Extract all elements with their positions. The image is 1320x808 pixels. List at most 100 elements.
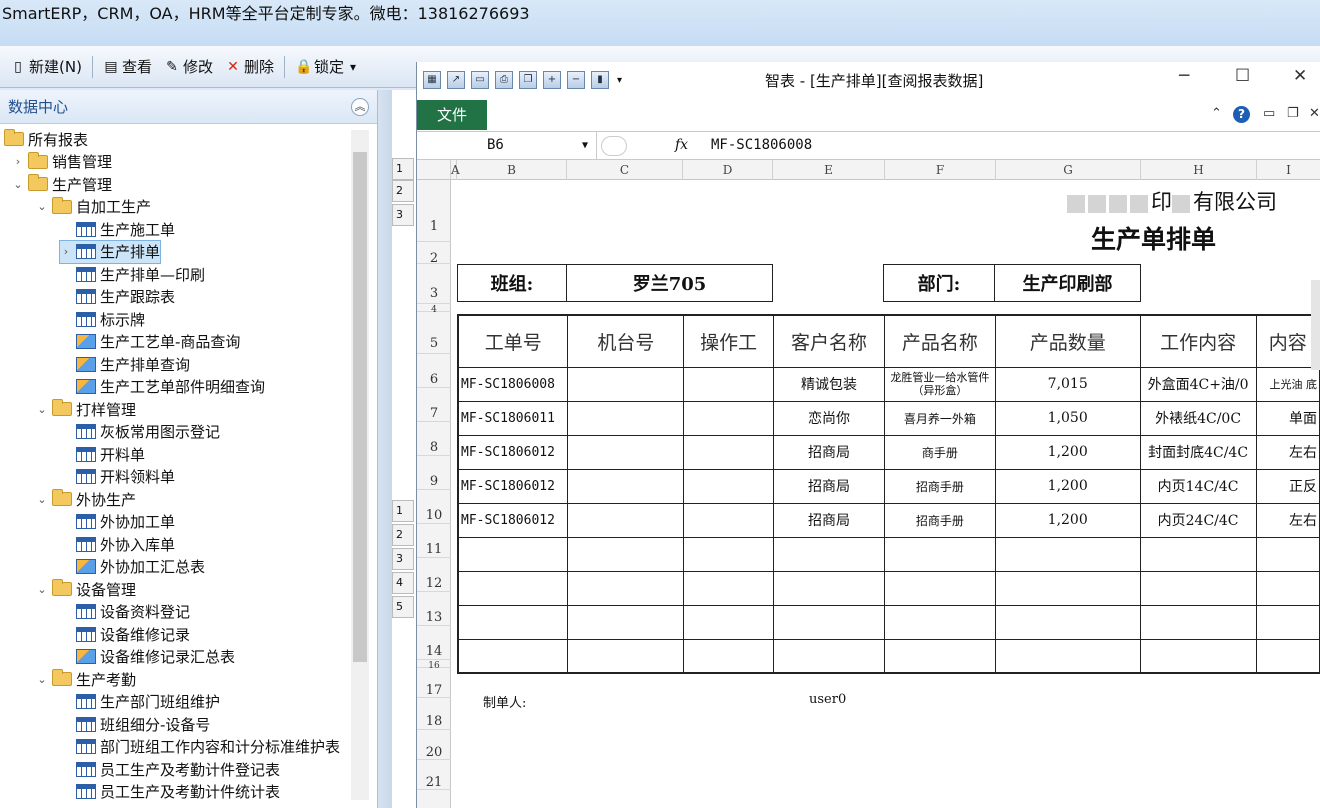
collapse-icon[interactable]: ︽: [351, 97, 369, 116]
tree-item[interactable]: 设备维修记录: [60, 623, 190, 645]
expand-arrow-icon[interactable]: ⌄: [36, 583, 48, 596]
table-cell[interactable]: [683, 638, 775, 674]
formula-toggle-icon[interactable]: [601, 136, 627, 156]
tree-item[interactable]: 生产排单查询: [60, 353, 190, 375]
tree-item[interactable]: 生产工艺单部件明细查询: [60, 376, 265, 398]
minimize-icon[interactable]: ─: [1179, 66, 1189, 86]
table-cell[interactable]: [567, 468, 685, 504]
table-cell[interactable]: 商手册: [883, 434, 996, 470]
table-cell[interactable]: 7,015: [994, 366, 1141, 402]
book-icon[interactable]: ▮: [591, 71, 609, 89]
tree-item[interactable]: 开料领料单: [60, 466, 175, 488]
print-icon[interactable]: ⎙: [495, 71, 513, 89]
table-cell[interactable]: MF-SC1806012: [457, 434, 569, 470]
table-cell[interactable]: [994, 604, 1141, 640]
function-icon[interactable]: fx: [675, 132, 688, 159]
table-cell[interactable]: [457, 570, 569, 606]
expand-arrow-icon[interactable]: ⌄: [12, 178, 24, 191]
customize-dropdown-icon[interactable]: ▾: [617, 75, 622, 86]
table-cell[interactable]: 左右: [1255, 434, 1320, 470]
column-header[interactable]: F: [885, 160, 996, 180]
table-cell[interactable]: [683, 400, 775, 436]
table-cell[interactable]: [883, 570, 996, 606]
table-cell[interactable]: 上光油 底: [1255, 366, 1320, 402]
copy-icon[interactable]: ❐: [519, 71, 537, 89]
expand-arrow-icon[interactable]: ⌄: [36, 493, 48, 506]
table-cell[interactable]: 单面: [1255, 400, 1320, 436]
zoom-in-icon[interactable]: +: [543, 71, 561, 89]
row-header[interactable]: 7: [417, 388, 451, 422]
tree-item[interactable]: 员工生产及考勤计件登记表: [60, 758, 280, 780]
tree-item[interactable]: 生产排单—印刷: [60, 263, 205, 285]
table-cell[interactable]: [1139, 638, 1257, 674]
table-cell[interactable]: 1,200: [994, 502, 1141, 538]
table-cell[interactable]: [567, 604, 685, 640]
table-cell[interactable]: [683, 570, 775, 606]
view-button[interactable]: ▤ 查看: [97, 52, 158, 82]
row-header[interactable]: 6: [417, 354, 451, 388]
table-cell[interactable]: [1255, 604, 1320, 640]
row-header[interactable]: 5: [417, 312, 451, 354]
zoom-out-icon[interactable]: −: [567, 71, 585, 89]
tree-item[interactable]: 外协加工汇总表: [60, 556, 205, 578]
column-header[interactable]: D: [683, 160, 773, 180]
tree-item[interactable]: › 销售管理: [12, 151, 112, 173]
tree-item[interactable]: 灰板常用图示登记: [60, 421, 220, 443]
delete-button[interactable]: ✕ 删除: [219, 52, 280, 82]
table-cell[interactable]: [567, 366, 685, 402]
column-header[interactable]: B: [457, 160, 567, 180]
table-cell[interactable]: 恋尚你: [773, 400, 885, 436]
tree-item[interactable]: 设备维修记录汇总表: [60, 646, 235, 668]
tree-item[interactable]: › 生产排单: [58, 239, 162, 264]
table-cell[interactable]: 招商局: [773, 502, 885, 538]
table-cell[interactable]: [567, 536, 685, 572]
ribbon-restore-icon[interactable]: ❐: [1287, 106, 1299, 121]
tree-item[interactable]: 外协加工单: [60, 511, 175, 533]
table-cell[interactable]: MF-SC1806008: [457, 366, 569, 402]
row-header[interactable]: 17: [417, 668, 451, 698]
table-cell[interactable]: [1255, 638, 1320, 674]
table-cell[interactable]: [683, 536, 775, 572]
sidebar-scrollbar[interactable]: [351, 130, 369, 800]
export-icon[interactable]: ↗: [447, 71, 465, 89]
column-header[interactable]: I: [1257, 160, 1320, 180]
table-cell[interactable]: [773, 536, 885, 572]
column-header[interactable]: E: [773, 160, 885, 180]
expand-arrow-icon[interactable]: ›: [12, 155, 24, 168]
table-cell[interactable]: 正反: [1255, 468, 1320, 504]
table-cell[interactable]: 1,050: [994, 400, 1141, 436]
row-header[interactable]: 14: [417, 626, 451, 660]
table-cell[interactable]: 左右: [1255, 502, 1320, 538]
table-cell[interactable]: MF-SC1806012: [457, 468, 569, 504]
expand-arrow-icon[interactable]: ⌄: [36, 200, 48, 213]
row-header[interactable]: 16: [417, 660, 451, 671]
expand-arrow-icon[interactable]: ›: [60, 245, 72, 258]
row-header[interactable]: 3: [417, 264, 451, 304]
table-cell[interactable]: [1255, 536, 1320, 572]
table-cell[interactable]: [1139, 536, 1257, 572]
tree-item[interactable]: 员工生产及考勤计件统计表: [60, 781, 280, 803]
table-cell[interactable]: [457, 638, 569, 674]
close-icon[interactable]: ✕: [1293, 66, 1307, 86]
table-cell[interactable]: [683, 434, 775, 470]
column-header[interactable]: G: [996, 160, 1141, 180]
table-cell[interactable]: 招商手册: [883, 468, 996, 504]
grid-icon[interactable]: ▦: [423, 71, 441, 89]
tree-item[interactable]: 开料单: [60, 443, 145, 465]
table-cell[interactable]: [1255, 570, 1320, 606]
table-cell[interactable]: 外裱纸4C/0C: [1139, 400, 1257, 436]
table-cell[interactable]: [994, 570, 1141, 606]
column-header[interactable]: H: [1141, 160, 1257, 180]
table-cell[interactable]: MF-SC1806011: [457, 400, 569, 436]
table-cell[interactable]: [683, 468, 775, 504]
tree-item[interactable]: 生产施工单: [60, 218, 175, 240]
help-icon[interactable]: ?: [1233, 106, 1250, 123]
tree-item[interactable]: ⌄ 生产考勤: [36, 668, 136, 690]
row-header[interactable]: 12: [417, 558, 451, 592]
table-cell[interactable]: [773, 638, 885, 674]
row-header[interactable]: 13: [417, 592, 451, 626]
tree-item[interactable]: ⌄ 设备管理: [36, 578, 136, 600]
table-cell[interactable]: [457, 536, 569, 572]
tree-item[interactable]: 外协入库单: [60, 533, 175, 555]
table-cell[interactable]: 外盒面4C+油/0: [1139, 366, 1257, 402]
